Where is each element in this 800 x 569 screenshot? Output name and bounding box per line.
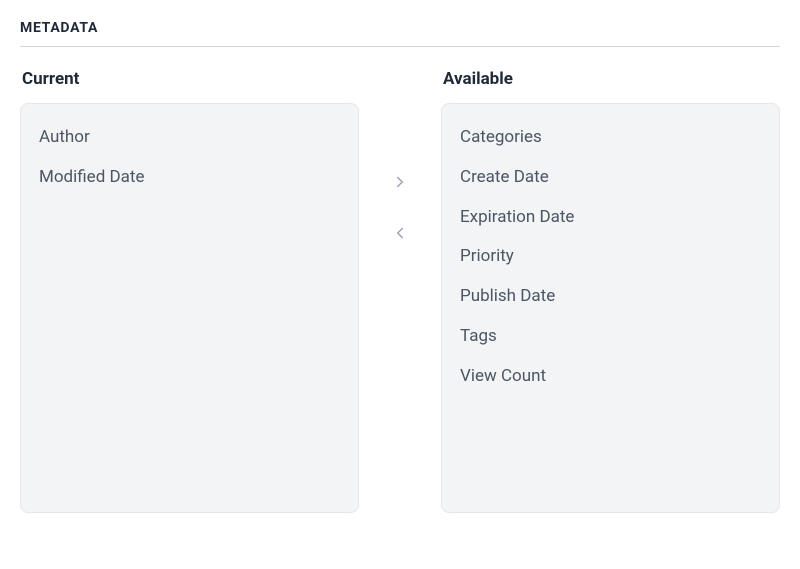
chevron-right-icon (391, 173, 409, 194)
move-right-button[interactable] (387, 169, 413, 198)
list-item[interactable]: Modified Date (39, 158, 340, 198)
available-listbox[interactable]: Categories Create Date Expiration Date P… (441, 103, 780, 513)
move-left-button[interactable] (387, 220, 413, 249)
transfer-controls (359, 69, 441, 513)
list-item[interactable]: View Count (460, 357, 761, 397)
list-item[interactable]: Categories (460, 118, 761, 158)
current-listbox[interactable]: Author Modified Date (20, 103, 359, 513)
list-item[interactable]: Priority (460, 237, 761, 277)
available-column: Available Categories Create Date Expirat… (441, 69, 780, 513)
current-column: Current Author Modified Date (20, 69, 359, 513)
chevron-left-icon (391, 224, 409, 245)
list-item[interactable]: Author (39, 118, 340, 158)
section-title: METADATA (20, 20, 780, 47)
available-label: Available (441, 69, 780, 89)
current-label: Current (20, 69, 359, 89)
list-item[interactable]: Create Date (460, 158, 761, 198)
list-item[interactable]: Publish Date (460, 277, 761, 317)
transfer-list: Current Author Modified Date Available C… (20, 69, 780, 513)
list-item[interactable]: Tags (460, 317, 761, 357)
list-item[interactable]: Expiration Date (460, 198, 761, 238)
